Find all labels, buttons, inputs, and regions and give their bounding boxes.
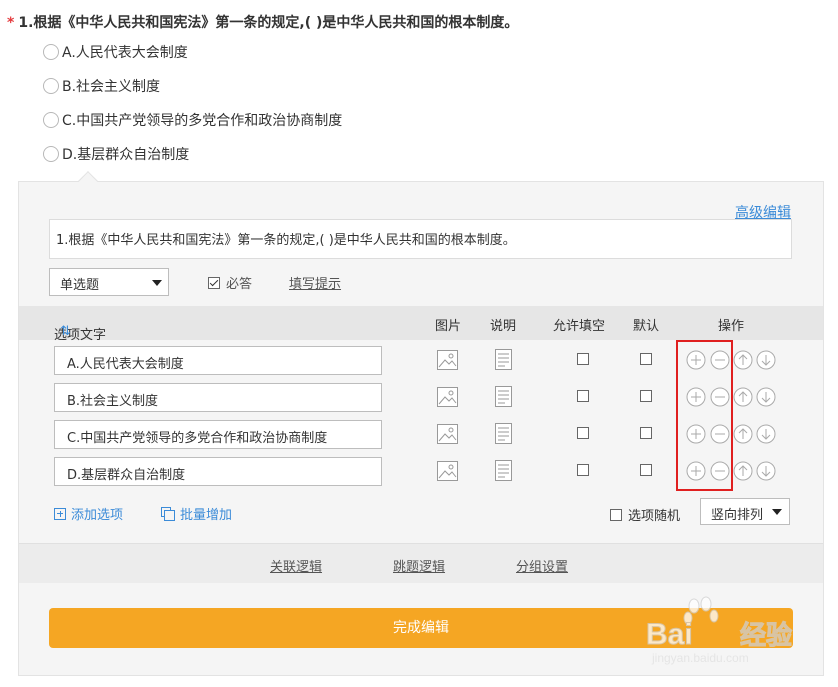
move-up-icon[interactable] — [733, 387, 753, 407]
dropdown-arrow-icon — [152, 280, 162, 286]
default-checkbox[interactable] — [640, 353, 652, 365]
options-table-header: 选项文字 ⇅ 图片 说明 允许填空 默认 操作 — [19, 306, 823, 343]
question-title-input[interactable]: 1.根据《中华人民共和国宪法》第一条的规定,( )是中华人民共和国的根本制度。 — [49, 219, 792, 259]
option-text-input[interactable]: C.中国共产党领导的多党合作和政治协商制度 — [54, 420, 382, 449]
preview-option-c[interactable]: C.中国共产党领导的多党合作和政治协商制度 — [43, 110, 342, 130]
question-editor-panel: 高级编辑 1.根据《中华人民共和国宪法》第一条的规定,( )是中华人民共和国的根… — [18, 171, 824, 676]
image-icon[interactable] — [437, 424, 458, 444]
description-icon[interactable] — [495, 423, 512, 444]
default-checkbox[interactable] — [640, 427, 652, 439]
preview-option-label: D.基层群众自治制度 — [62, 147, 190, 163]
layout-order-value: 竖向排列 — [711, 508, 764, 523]
random-options-toggle[interactable]: 选项随机 — [610, 505, 680, 524]
question-title-text: 1.根据《中华人民共和国宪法》第一条的规定,( )是中华人民共和国的根本制度。 — [18, 15, 519, 31]
preview-option-label: A.人民代表大会制度 — [62, 45, 188, 61]
col-image: 图片 — [435, 319, 462, 334]
required-toggle[interactable]: 必答 — [208, 273, 252, 292]
operations-highlight-box — [676, 340, 733, 491]
radio-button[interactable] — [43, 146, 59, 162]
default-checkbox[interactable] — [640, 390, 652, 402]
preview-option-a[interactable]: A.人民代表大会制度 — [43, 42, 188, 62]
batch-add-button[interactable]: 批量增加 — [161, 504, 232, 523]
random-label: 选项随机 — [628, 509, 681, 524]
allow-fill-checkbox[interactable] — [577, 353, 589, 365]
preview-option-d[interactable]: D.基层群众自治制度 — [43, 144, 189, 164]
option-text-input[interactable]: A.人民代表大会制度 — [54, 346, 382, 375]
col-default: 默认 — [633, 319, 660, 334]
question-title: * 1.根据《中华人民共和国宪法》第一条的规定,( )是中华人民共和国的根本制度。 — [7, 12, 518, 32]
dropdown-arrow-icon — [772, 509, 782, 515]
radio-button[interactable] — [43, 44, 59, 60]
related-logic-link[interactable]: 关联逻辑 — [270, 556, 322, 575]
option-text-input[interactable]: B.社会主义制度 — [54, 383, 382, 412]
col-operations: 操作 — [718, 319, 745, 334]
required-label: 必答 — [226, 277, 253, 292]
default-checkbox[interactable] — [640, 464, 652, 476]
move-down-icon[interactable] — [756, 424, 776, 444]
plus-square-icon — [54, 507, 66, 520]
description-icon[interactable] — [495, 386, 512, 407]
add-option-button[interactable]: 添加选项 — [54, 504, 123, 523]
move-up-icon[interactable] — [733, 350, 753, 370]
preview-option-label: B.社会主义制度 — [62, 79, 161, 95]
allow-fill-checkbox[interactable] — [577, 427, 589, 439]
description-icon[interactable] — [495, 460, 512, 481]
jump-logic-link[interactable]: 跳题逻辑 — [393, 556, 445, 575]
image-icon[interactable] — [437, 350, 458, 370]
allow-fill-checkbox[interactable] — [577, 390, 589, 402]
move-down-icon[interactable] — [756, 461, 776, 481]
required-checkbox[interactable] — [208, 276, 220, 289]
random-checkbox[interactable] — [610, 508, 622, 521]
batch-add-icon — [161, 506, 175, 521]
move-up-icon[interactable] — [733, 461, 753, 481]
move-down-icon[interactable] — [756, 387, 776, 407]
radio-button[interactable] — [43, 78, 59, 94]
preview-option-label: C.中国共产党领导的多党合作和政治协商制度 — [62, 113, 343, 129]
move-up-icon[interactable] — [733, 424, 753, 444]
question-type-value: 单选题 — [60, 278, 100, 293]
image-icon[interactable] — [437, 387, 458, 407]
preview-option-b[interactable]: B.社会主义制度 — [43, 76, 160, 96]
panel-pointer — [78, 171, 98, 191]
finish-edit-button[interactable]: 完成编辑 — [49, 608, 793, 648]
image-icon[interactable] — [437, 461, 458, 481]
col-allow-fill: 允许填空 — [553, 319, 606, 334]
col-description: 说明 — [490, 319, 517, 334]
description-icon[interactable] — [495, 349, 512, 370]
batch-add-label: 批量增加 — [180, 508, 233, 523]
sort-icon[interactable]: ⇅ — [60, 324, 71, 339]
radio-button[interactable] — [43, 112, 59, 128]
group-settings-link[interactable]: 分组设置 — [516, 556, 568, 575]
move-down-icon[interactable] — [756, 350, 776, 370]
layout-order-select[interactable]: 竖向排列 — [700, 498, 790, 525]
option-text-input[interactable]: D.基层群众自治制度 — [54, 457, 382, 486]
required-asterisk: * — [7, 15, 15, 31]
fill-hint-link[interactable]: 填写提示 — [289, 273, 341, 292]
logic-settings-bar: 关联逻辑 跳题逻辑 分组设置 — [19, 543, 823, 583]
question-type-select[interactable]: 单选题 — [49, 268, 169, 296]
allow-fill-checkbox[interactable] — [577, 464, 589, 476]
add-option-label: 添加选项 — [71, 508, 124, 523]
